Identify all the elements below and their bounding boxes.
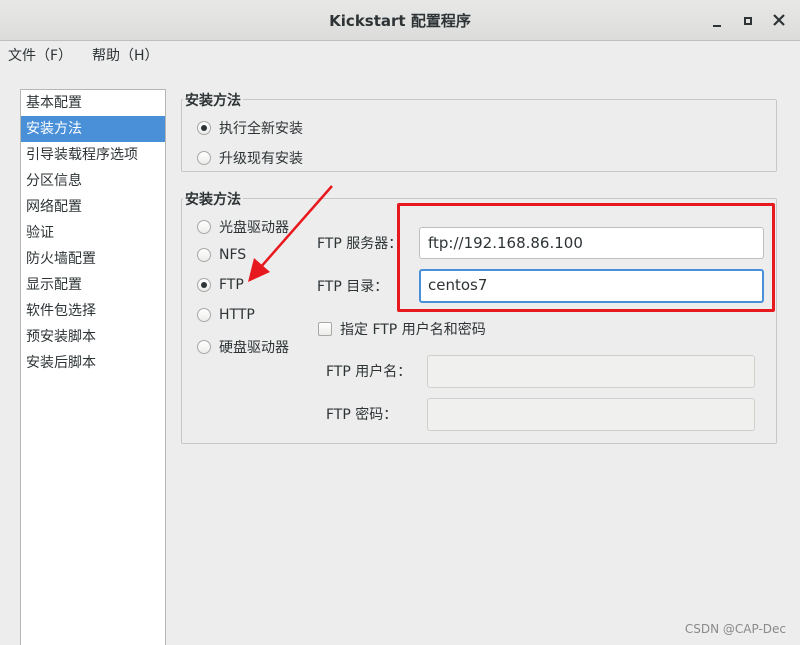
radio-unselected-icon (197, 151, 211, 165)
radio-upgrade-install-label: 升级现有安装 (219, 151, 303, 167)
watermark: CSDN @CAP-Dec (684, 622, 786, 636)
sidebar-item-network[interactable]: 网络配置 (21, 194, 165, 220)
sidebar-item-authentication[interactable]: 验证 (21, 220, 165, 246)
sidebar: 基本配置 安装方法 引导装载程序选项 分区信息 网络配置 验证 防火墙配置 显示… (20, 89, 166, 645)
maximize-button[interactable] (735, 8, 761, 32)
ftp-password-input[interactable] (427, 398, 755, 431)
radio-selected-icon (197, 121, 211, 135)
close-icon (773, 14, 785, 26)
radio-http[interactable]: HTTP (197, 307, 255, 323)
radio-selected-icon (197, 278, 211, 292)
radio-unselected-icon (197, 220, 211, 234)
radio-unselected-icon (197, 308, 211, 322)
radio-fresh-install[interactable]: 执行全新安装 (197, 118, 303, 138)
checkbox-unchecked-icon (318, 322, 332, 336)
sidebar-item-post-script[interactable]: 安装后脚本 (21, 350, 165, 376)
radio-ftp[interactable]: FTP (197, 277, 244, 293)
ftp-user-label: FTP 用户名： (326, 364, 412, 380)
ftp-user-input[interactable] (427, 355, 755, 388)
radio-unselected-icon (197, 248, 211, 262)
sidebar-item-packages[interactable]: 软件包选择 (21, 298, 165, 324)
radio-harddrive[interactable]: 硬盘驱动器 (197, 337, 289, 357)
sidebar-item-display[interactable]: 显示配置 (21, 272, 165, 298)
minimize-button[interactable] (704, 8, 730, 32)
close-button[interactable] (766, 8, 792, 32)
install-type-title: 安装方法 (183, 90, 243, 110)
minimize-icon (713, 25, 721, 27)
menu-help[interactable]: 帮助（H） (92, 45, 159, 65)
sidebar-item-bootloader[interactable]: 引导装载程序选项 (21, 142, 165, 168)
annotation-arrow-icon (248, 185, 333, 282)
window-titlebar: Kickstart 配置程序 (0, 0, 800, 41)
radio-http-label: HTTP (219, 307, 255, 323)
window-title: Kickstart 配置程序 (329, 12, 471, 30)
radio-unselected-icon (197, 340, 211, 354)
menu-file[interactable]: 文件（F） (8, 45, 72, 65)
sidebar-item-basic-config[interactable]: 基本配置 (21, 90, 165, 116)
radio-upgrade-install[interactable]: 升级现有安装 (197, 148, 303, 168)
sidebar-item-partition[interactable]: 分区信息 (21, 168, 165, 194)
specify-credentials-label: 指定 FTP 用户名和密码 (340, 322, 486, 338)
sidebar-item-pre-script[interactable]: 预安装脚本 (21, 324, 165, 350)
sidebar-item-firewall[interactable]: 防火墙配置 (21, 246, 165, 272)
ftp-password-label: FTP 密码： (326, 407, 398, 423)
radio-harddrive-label: 硬盘驱动器 (219, 340, 289, 356)
radio-fresh-install-label: 执行全新安装 (219, 121, 303, 137)
menu-bar: 文件（F） 帮助（H） (0, 41, 800, 67)
specify-credentials-checkbox[interactable]: 指定 FTP 用户名和密码 (318, 319, 486, 339)
sidebar-item-install-method[interactable]: 安装方法 (21, 116, 165, 142)
highlight-box (397, 203, 775, 312)
radio-nfs[interactable]: NFS (197, 247, 246, 263)
maximize-icon (744, 17, 752, 25)
install-method-title: 安装方法 (183, 189, 243, 209)
